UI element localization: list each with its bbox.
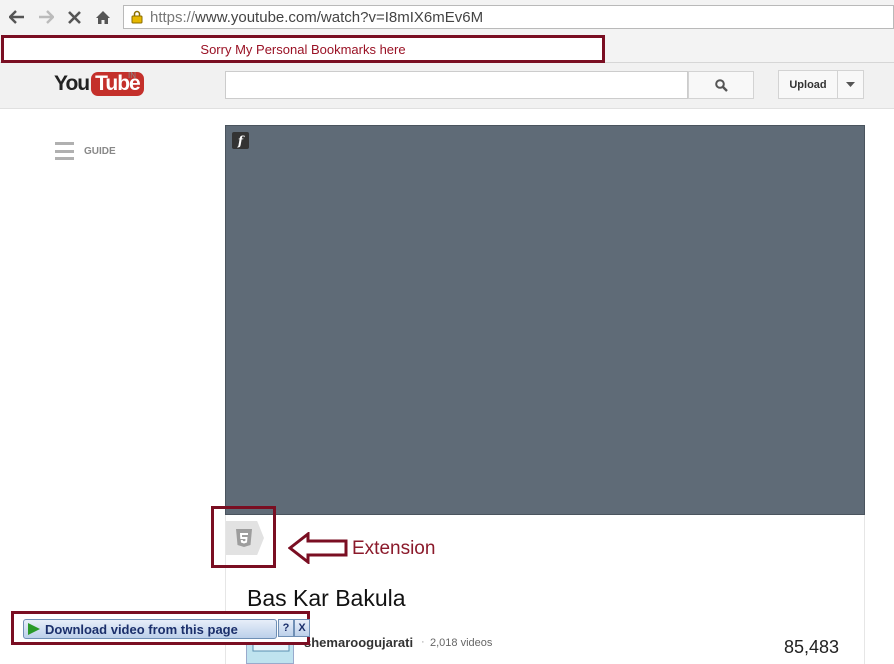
channel-video-count: 2,018 videos (430, 637, 493, 649)
annotation-arrow-icon (288, 532, 348, 564)
play-icon (28, 623, 40, 635)
home-icon[interactable] (92, 6, 114, 28)
back-arrow-icon[interactable] (6, 6, 28, 28)
logo-you-text: You (54, 72, 90, 95)
channel-separator: · (421, 636, 425, 648)
browser-toolbar: https://www.youtube.com/watch?v=I8mIX6mE… (0, 0, 894, 35)
channel-name-link[interactable]: shemaroogujarati (304, 635, 413, 650)
guide-label: GUIDE (84, 145, 116, 157)
html5-extension-button[interactable] (226, 521, 264, 555)
stop-icon[interactable] (63, 6, 85, 28)
youtube-masthead: You Tube IN Upload (0, 63, 894, 109)
video-player[interactable]: f (225, 125, 865, 515)
guide-button[interactable]: GUIDE (55, 142, 116, 160)
extension-highlight-box (211, 506, 276, 568)
flash-icon: f (232, 132, 249, 149)
search-icon (714, 78, 728, 92)
region-code: IN (128, 71, 136, 80)
video-title: Bas Kar Bakula (247, 585, 406, 611)
bookmarks-note: Sorry My Personal Bookmarks here (200, 41, 406, 57)
html5-shield-icon (236, 529, 252, 547)
search-button[interactable] (688, 71, 754, 99)
address-bar[interactable]: https://www.youtube.com/watch?v=I8mIX6mE… (123, 5, 894, 29)
view-count: 85,483 (784, 637, 840, 657)
bookmarks-bar: Sorry My Personal Bookmarks here (0, 34, 894, 63)
url-text: https://www.youtube.com/watch?v=I8mIX6mE… (150, 8, 484, 26)
download-helper-highlight: Download video from this page ? X (11, 611, 310, 645)
upload-menu-button[interactable] (837, 70, 864, 99)
menu-icon (55, 142, 74, 160)
bookmarks-redaction-box: Sorry My Personal Bookmarks here (1, 35, 605, 63)
help-button[interactable]: ? (278, 619, 294, 637)
search-input[interactable] (225, 71, 688, 99)
download-video-button[interactable]: Download video from this page (23, 619, 277, 639)
close-button[interactable]: X (294, 619, 310, 637)
upload-button[interactable]: Upload (778, 70, 838, 99)
extension-annotation-label: Extension (352, 538, 436, 559)
lock-icon (131, 10, 143, 24)
chevron-down-icon (846, 82, 855, 87)
download-video-label: Download video from this page (45, 621, 238, 637)
forward-arrow-icon[interactable] (35, 6, 57, 28)
